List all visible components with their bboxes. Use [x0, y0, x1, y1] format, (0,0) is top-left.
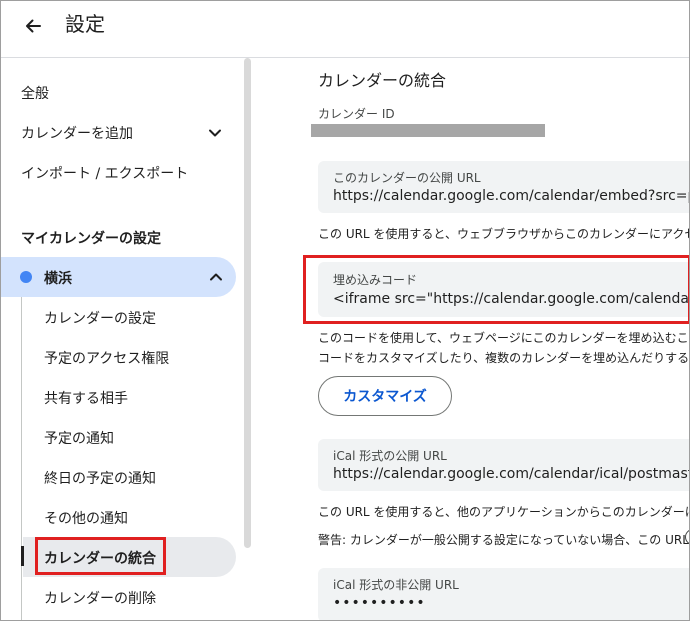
- customize-button[interactable]: カスタマイズ: [318, 376, 452, 416]
- sidebar-item-share-with[interactable]: 共有する相手: [23, 377, 236, 417]
- sidebar-item-other-notifications[interactable]: その他の通知: [23, 497, 236, 537]
- ical-public-help: この URL を使用すると、他のアプリケーションからこのカレンダーにアクセスでき…: [318, 505, 690, 519]
- calendar-id-redacted: [311, 124, 545, 137]
- tree-line: [21, 297, 22, 620]
- sidebar-item-all-day-notifications[interactable]: 終日の予定の通知: [23, 457, 236, 497]
- sidebar-item-general[interactable]: 全般: [1, 73, 237, 113]
- sidebar-item-label: 終日の予定の通知: [44, 471, 156, 487]
- my-calendars-heading: マイカレンダーの設定: [21, 231, 161, 247]
- public-url-help: この URL を使用すると、ウェブブラウザからこのカレンダーにアクセスできます。: [318, 227, 689, 241]
- main-content: カレンダーの統合 カレンダー ID このカレンダーの公開 URL https:/…: [301, 58, 690, 620]
- ical-private-url-value[interactable]: ••••••••••: [333, 595, 426, 611]
- chevron-up-icon: [210, 273, 222, 281]
- embed-help-line-1: このコードを使用して、ウェブページにこのカレンダーを埋め込むことができます。: [318, 331, 689, 345]
- sidebar-item-label: その他の通知: [44, 511, 128, 527]
- ical-public-url-value[interactable]: https://calendar.google.com/calendar/ica…: [333, 466, 689, 482]
- sidebar-item-label: 予定のアクセス権限: [44, 351, 170, 367]
- highlight-box-embed: [303, 255, 689, 324]
- embed-help-line-2: コードをカスタマイズしたり、複数のカレンダーを埋め込んだりすることもできます。: [318, 351, 690, 365]
- sidebar-item-delete-calendar[interactable]: カレンダーの削除: [23, 577, 236, 617]
- sidebar-item-label: 全般: [21, 86, 49, 102]
- calendar-id-label: カレンダー ID: [318, 107, 395, 121]
- sidebar-scrollbar[interactable]: [244, 58, 251, 548]
- chevron-down-icon: [209, 129, 221, 137]
- sidebar-item-label: 予定の通知: [44, 431, 114, 447]
- sidebar-calendar-yokohama[interactable]: 横浜: [1, 257, 236, 297]
- back-button[interactable]: [19, 12, 47, 40]
- public-url-label: このカレンダーの公開 URL: [333, 171, 481, 185]
- settings-window: 設定 全般 カレンダーを追加 インポート / エクスポート マイカレンダーの設定…: [0, 0, 690, 621]
- ical-private-url-label: iCal 形式の非公開 URL: [333, 578, 459, 592]
- section-title: カレンダーの統合: [318, 71, 447, 90]
- calendar-color-dot: [20, 271, 32, 283]
- public-url-value[interactable]: https://calendar.google.com/calendar/emb…: [333, 188, 689, 204]
- sidebar-item-label: カレンダーを追加: [21, 126, 133, 142]
- sidebar-item-label: カレンダーの削除: [44, 591, 156, 607]
- sidebar-item-label: インポート / エクスポート: [21, 166, 189, 182]
- sidebar-item-import-export[interactable]: インポート / エクスポート: [1, 153, 237, 193]
- sidebar-item-label: 共有する相手: [44, 391, 128, 407]
- public-url-field[interactable]: このカレンダーの公開 URL https://calendar.google.c…: [318, 161, 689, 213]
- sidebar-item-access-permissions[interactable]: 予定のアクセス権限: [23, 337, 236, 377]
- sidebar-item-calendar-settings[interactable]: カレンダーの設定: [23, 297, 236, 337]
- sidebar-item-add-calendar[interactable]: カレンダーを追加: [1, 113, 237, 153]
- settings-sidebar: 全般 カレンダーを追加 インポート / エクスポート マイカレンダーの設定 横浜…: [1, 58, 251, 620]
- ical-warning: 警告: カレンダーが一般公開する設定になっていない場合、この URL は機能しま…: [318, 533, 689, 547]
- calendar-name: 横浜: [44, 271, 72, 287]
- arrow-back-icon: [26, 19, 41, 33]
- ical-private-url-field[interactable]: iCal 形式の非公開 URL ••••••••••: [318, 568, 689, 620]
- page-title: 設定: [65, 12, 105, 36]
- sidebar-item-label: カレンダーの設定: [44, 311, 156, 327]
- ical-public-url-field[interactable]: iCal 形式の公開 URL https://calendar.google.c…: [318, 439, 689, 491]
- ical-public-url-label: iCal 形式の公開 URL: [333, 449, 447, 463]
- highlight-box-sidebar: [35, 537, 166, 575]
- top-bar: 設定: [1, 1, 689, 58]
- active-indicator: [21, 546, 24, 566]
- sidebar-item-event-notifications[interactable]: 予定の通知: [23, 417, 236, 457]
